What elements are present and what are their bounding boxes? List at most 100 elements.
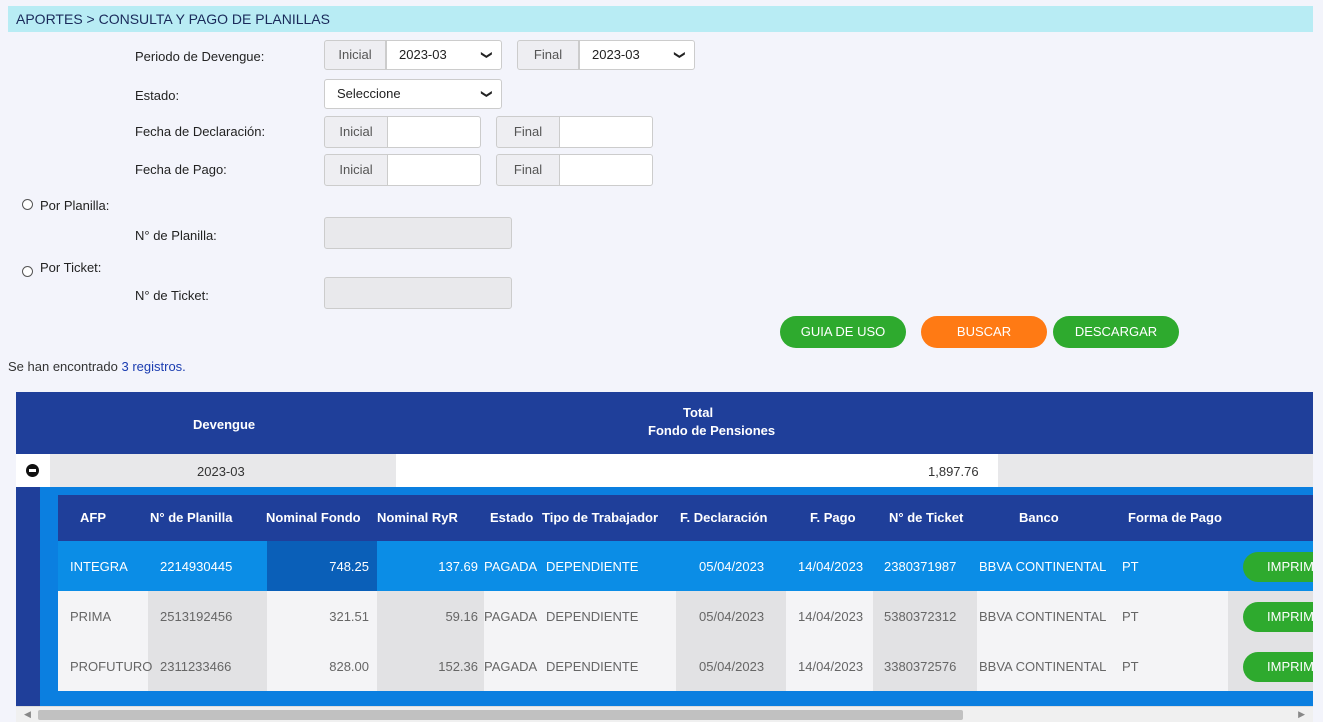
cell-estado: PAGADA bbox=[484, 659, 538, 674]
horizontal-scrollbar[interactable]: ◀ ▶ bbox=[16, 706, 1313, 722]
imprimir-button[interactable]: IMPRIMIR bbox=[1243, 602, 1313, 632]
table-row[interactable]: PROFUTURO 2311233466 828.00 152.36 PAGAD… bbox=[58, 641, 1313, 691]
sub-table-frame: AFP N° de Planilla Nominal Fondo Nominal… bbox=[40, 487, 1313, 706]
estado-value: Seleccione bbox=[337, 86, 401, 101]
header-forma: Forma de Pago bbox=[1128, 510, 1222, 525]
periodo-final-addon: Final bbox=[517, 40, 579, 70]
results-link[interactable]: 3 registros. bbox=[121, 359, 185, 374]
fecha-pago-inicial-input[interactable] bbox=[387, 154, 481, 186]
header-ticket: N° de Ticket bbox=[889, 510, 964, 525]
table-row[interactable]: PRIMA 2513192456 321.51 59.16 PAGADA DEP… bbox=[58, 591, 1313, 641]
group-total: 1,897.76 bbox=[928, 464, 979, 479]
header-nominal-fondo: Nominal Fondo bbox=[266, 510, 361, 525]
cell-nominal-ryr: 59.16 bbox=[445, 609, 478, 624]
fecha-decl-inicial-input[interactable] bbox=[387, 116, 481, 148]
estado-label: Estado: bbox=[135, 88, 180, 103]
periodo-inicial-value: 2023-03 bbox=[399, 47, 447, 62]
cell-f-pago: 14/04/2023 bbox=[798, 609, 864, 624]
fecha-pago-final-input[interactable] bbox=[559, 154, 653, 186]
cell-nominal-ryr: 137.69 bbox=[438, 559, 478, 574]
cell-estado: PAGADA bbox=[484, 559, 538, 574]
por-ticket-radio[interactable] bbox=[22, 266, 33, 277]
cell-forma: PT bbox=[1122, 559, 1139, 574]
por-ticket-label: Por Ticket: bbox=[40, 260, 102, 275]
table-row[interactable]: INTEGRA 2214930445 748.25 137.69 PAGADA … bbox=[58, 541, 1313, 591]
periodo-inicial-select[interactable]: 2023-03 ❯ bbox=[386, 40, 502, 70]
col-total-line1: Total bbox=[683, 405, 714, 420]
periodo-final-value: 2023-03 bbox=[592, 47, 640, 62]
nro-planilla-label: N° de Planilla: bbox=[135, 228, 217, 243]
descargar-button[interactable]: DESCARGAR bbox=[1053, 316, 1179, 348]
cell-estado: PAGADA bbox=[484, 609, 538, 624]
buscar-button[interactable]: BUSCAR bbox=[921, 316, 1047, 348]
cell-f-decl: 05/04/2023 bbox=[699, 609, 765, 624]
minus-circle-icon[interactable] bbox=[26, 464, 39, 477]
cell-tipo: DEPENDIENTE bbox=[546, 609, 639, 624]
header-planilla: N° de Planilla bbox=[150, 510, 233, 525]
chevron-down-icon: ❯ bbox=[673, 50, 686, 60]
cell-afp: INTEGRA bbox=[70, 559, 128, 574]
cell-planilla: 2513192456 bbox=[160, 609, 233, 624]
group-devengue: 2023-03 bbox=[197, 464, 245, 479]
group-row: 2023-03 1,897.76 bbox=[16, 454, 1313, 487]
results-count: Se han encontrado 3 registros. bbox=[8, 359, 186, 374]
col-devengue: Devengue bbox=[193, 417, 256, 432]
col-total-line2: Fondo de Pensiones bbox=[648, 423, 776, 438]
scroll-left-icon[interactable]: ◀ bbox=[24, 709, 31, 720]
header-banco: Banco bbox=[1019, 510, 1059, 525]
estado-select[interactable]: Seleccione ❯ bbox=[324, 79, 502, 109]
fecha-decl-label: Fecha de Declaración: bbox=[135, 124, 266, 139]
guia-uso-button[interactable]: GUIA DE USO bbox=[780, 316, 906, 348]
cell-nominal-fondo: 321.51 bbox=[329, 609, 369, 624]
periodo-inicial-addon: Inicial bbox=[324, 40, 386, 70]
cell-nominal-ryr: 152.36 bbox=[438, 659, 478, 674]
cell-ticket: 5380372312 bbox=[884, 609, 957, 624]
fecha-pago-label: Fecha de Pago: bbox=[135, 162, 227, 177]
cell-banco: BBVA CONTINENTAL bbox=[979, 609, 1107, 624]
cell-tipo: DEPENDIENTE bbox=[546, 659, 639, 674]
nro-ticket-input[interactable] bbox=[324, 277, 512, 309]
cell-ticket: 2380371987 bbox=[884, 559, 957, 574]
scroll-right-icon[interactable]: ▶ bbox=[1298, 709, 1305, 720]
main-table-header: Devengue Total Fondo de Pensiones bbox=[16, 392, 1313, 454]
collapse-cell bbox=[16, 454, 50, 487]
group-empty-cell bbox=[998, 454, 1313, 487]
cell-f-pago: 14/04/2023 bbox=[798, 659, 864, 674]
fecha-pago-final-addon: Final bbox=[496, 154, 560, 186]
header-afp: AFP bbox=[80, 510, 106, 525]
group-devengue-cell: 2023-03 bbox=[50, 454, 396, 487]
nro-ticket-label: N° de Ticket: bbox=[135, 288, 209, 303]
cell-forma: PT bbox=[1122, 609, 1139, 624]
header-f-pago: F. Pago bbox=[810, 510, 856, 525]
cell-banco: BBVA CONTINENTAL bbox=[979, 659, 1107, 674]
cell-f-decl: 05/04/2023 bbox=[699, 559, 765, 574]
cell-planilla: 2311233466 bbox=[160, 659, 232, 674]
fecha-decl-final-input[interactable] bbox=[559, 116, 653, 148]
header-nominal-ryr: Nominal RyR bbox=[377, 510, 458, 525]
page-breadcrumb: APORTES > CONSULTA Y PAGO DE PLANILLAS bbox=[8, 6, 1313, 32]
results-table: Devengue Total Fondo de Pensiones 2023-0… bbox=[16, 392, 1313, 706]
results-prefix: Se han encontrado bbox=[8, 359, 122, 374]
imprimir-button[interactable]: IMPRIMIR bbox=[1243, 552, 1313, 582]
nro-planilla-input[interactable] bbox=[324, 217, 512, 249]
fecha-pago-inicial-addon: Inicial bbox=[324, 154, 388, 186]
por-planilla-radio[interactable] bbox=[22, 199, 33, 210]
chevron-down-icon: ❯ bbox=[480, 50, 493, 60]
header-estado: Estado bbox=[490, 510, 534, 525]
cell-forma: PT bbox=[1122, 659, 1139, 674]
cell-nominal-fondo: 828.00 bbox=[329, 659, 369, 674]
sub-table-wrap: AFP N° de Planilla Nominal Fondo Nominal… bbox=[16, 487, 1313, 706]
cell-planilla: 2214930445 bbox=[160, 559, 233, 574]
cell-f-decl: 05/04/2023 bbox=[699, 659, 765, 674]
periodo-final-select[interactable]: 2023-03 ❯ bbox=[579, 40, 695, 70]
group-total-cell: 1,897.76 bbox=[396, 454, 998, 487]
cell-afp: PROFUTURO bbox=[70, 659, 153, 674]
header-tipo: Tipo de Trabajador bbox=[542, 510, 659, 525]
scroll-thumb[interactable] bbox=[38, 710, 963, 720]
periodo-label: Periodo de Devengue: bbox=[135, 49, 265, 64]
fecha-decl-inicial-addon: Inicial bbox=[324, 116, 388, 148]
por-planilla-label: Por Planilla: bbox=[40, 198, 110, 213]
fecha-decl-final-addon: Final bbox=[496, 116, 560, 148]
imprimir-button[interactable]: IMPRIMIR bbox=[1243, 652, 1313, 682]
cell-ticket: 3380372576 bbox=[884, 659, 957, 674]
